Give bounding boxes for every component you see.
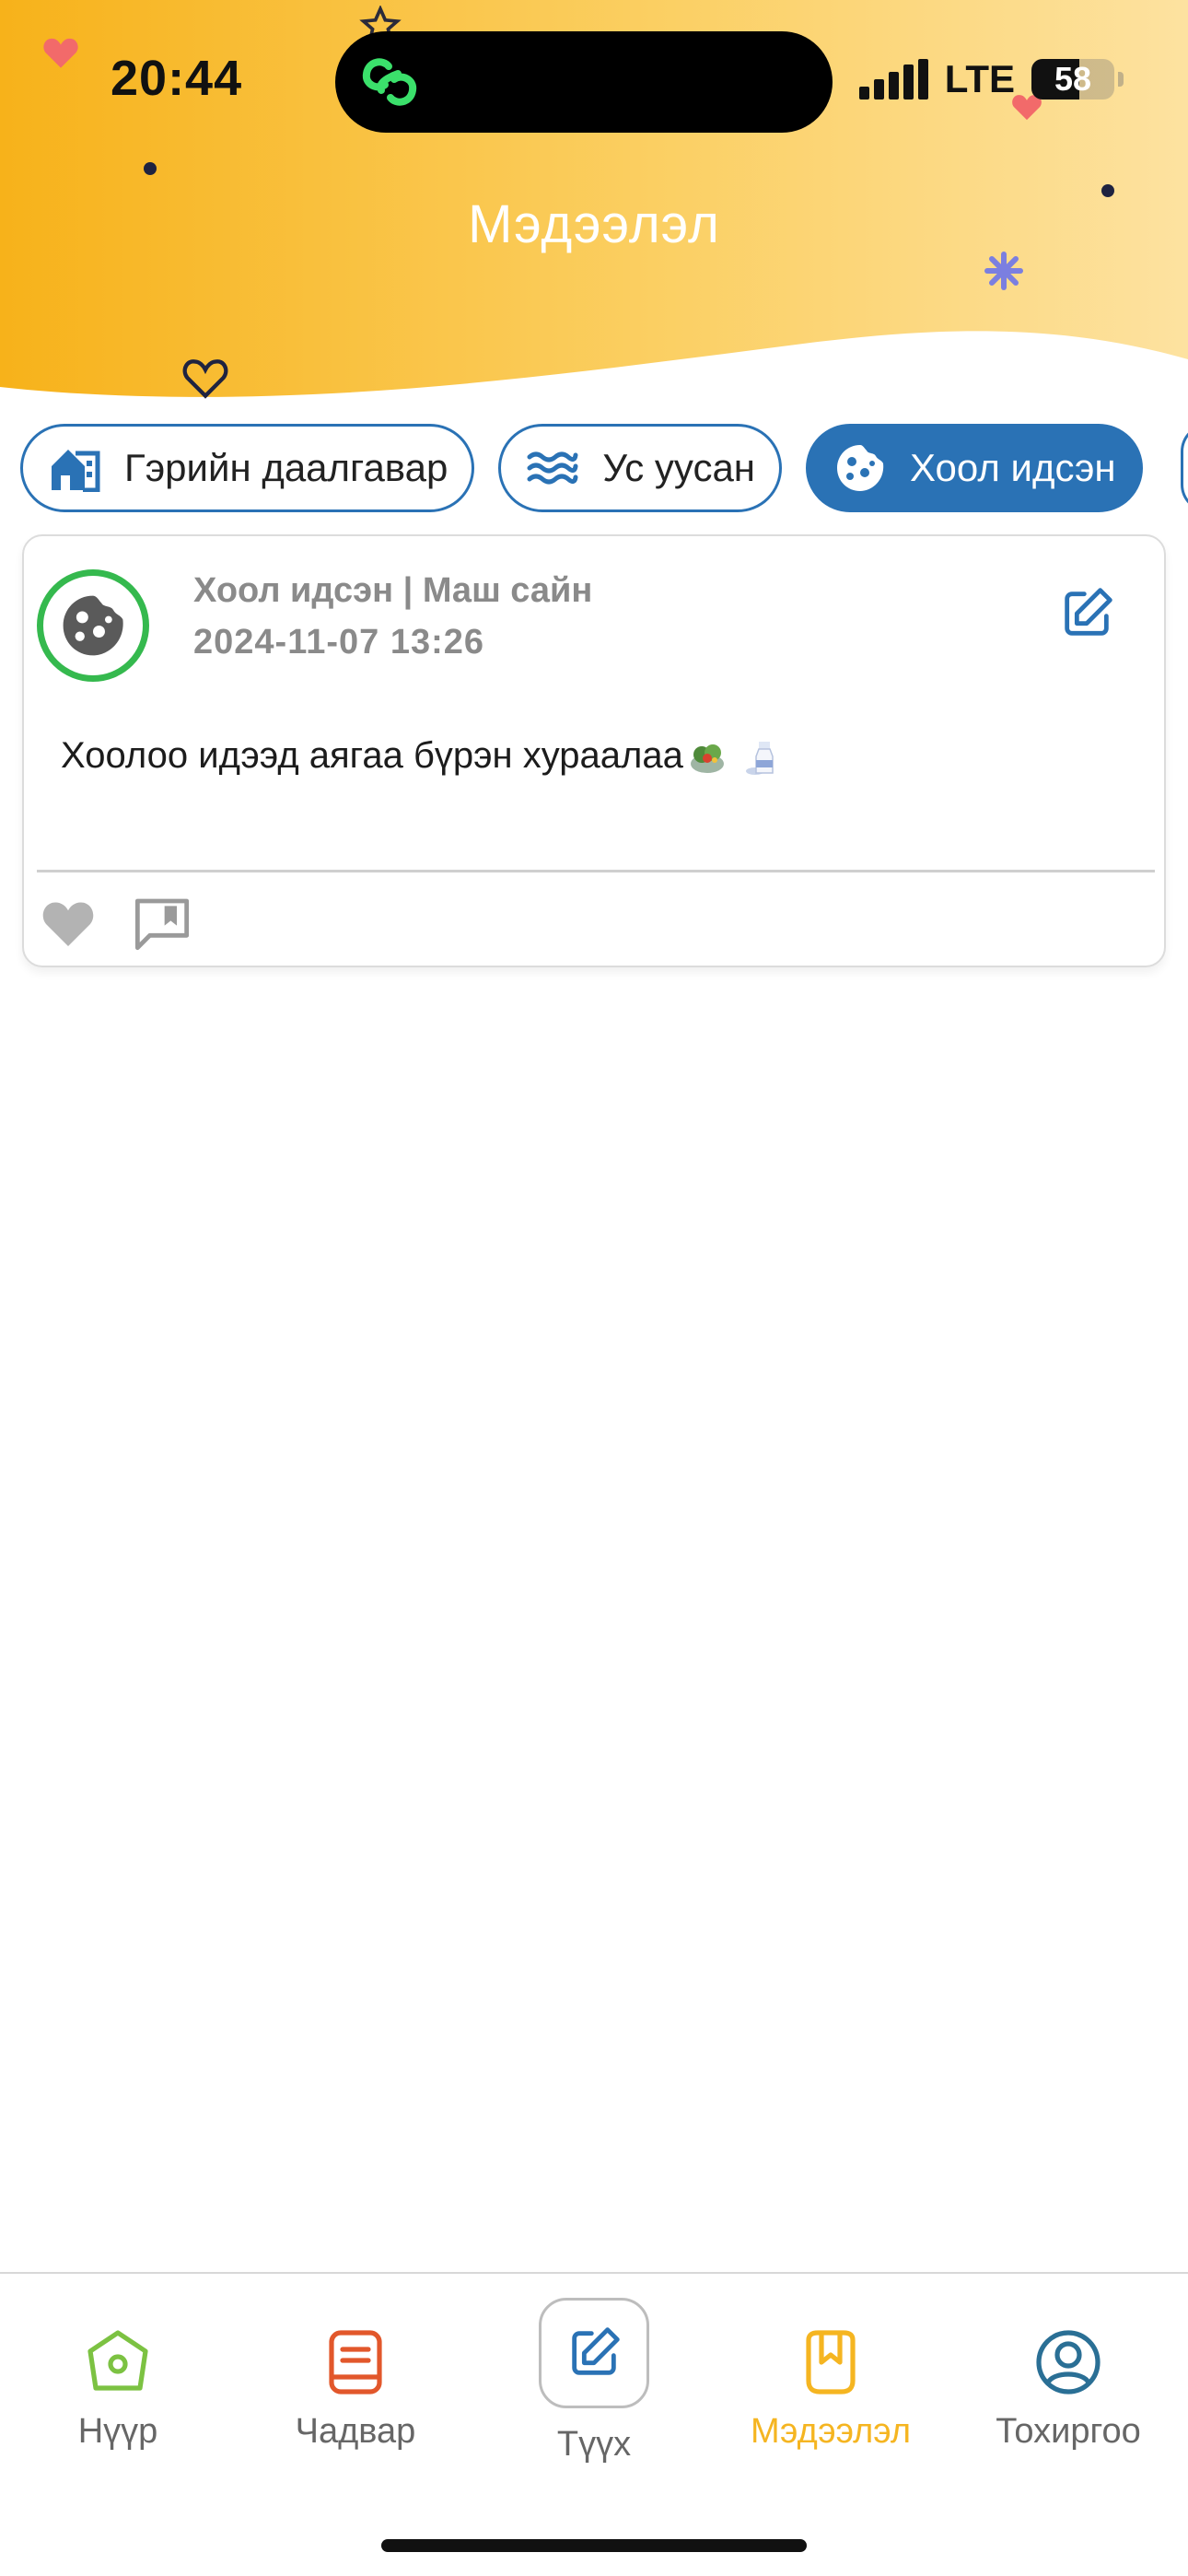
home-indicator[interactable]	[381, 2539, 807, 2552]
edit-icon	[572, 2327, 620, 2375]
tab-label: Хоол идсэн	[910, 446, 1116, 489]
tab-meal[interactable]: Хоол идсэн	[806, 424, 1143, 512]
app-link-icon	[362, 58, 417, 106]
cellular-signal-icon	[858, 59, 928, 100]
book-icon	[329, 2330, 382, 2395]
post-category-rating: Хоол идсэн | Маш сайн	[193, 571, 593, 610]
heart-decoration-icon	[43, 38, 78, 68]
post-text: Хоолоо идээд аягаа бүрэн хураалаа	[61, 735, 683, 776]
status-time: 20:44	[111, 51, 243, 106]
status-indicators: LTE 58	[858, 57, 1124, 101]
nav-skills[interactable]: Чадвар	[254, 2325, 457, 2452]
tab-water[interactable]: Ус уусан	[498, 424, 782, 512]
comment-bookmark-icon[interactable]	[133, 896, 192, 951]
sparkle-decoration-icon	[984, 252, 1023, 290]
nav-info[interactable]: Мэдээлэл	[729, 2325, 932, 2452]
home-icon	[87, 2330, 148, 2391]
bottom-nav: Нүүр Чадвар Түүх Мэдээлэл Тохиргоо	[0, 2272, 1188, 2576]
post-card: Хоол идсэн | Маш сайн 2024-11-07 13:26 Х…	[22, 534, 1166, 967]
post-body: Хоолоо идээд аягаа бүрэн хураалаа	[61, 735, 783, 777]
nav-label: Мэдээлэл	[750, 2412, 912, 2451]
network-type: LTE	[944, 57, 1015, 100]
nav-settings[interactable]: Тохиргоо	[967, 2325, 1170, 2452]
heart-outline-decoration-icon	[182, 359, 228, 399]
cookie-icon	[833, 440, 888, 496]
page-title: Мэдээлэл	[468, 194, 720, 254]
tab-label: Гэрийн даалгавар	[124, 446, 448, 489]
edit-post-button[interactable]	[1057, 584, 1116, 643]
tab-homework[interactable]: Гэрийн даалгавар	[20, 424, 475, 512]
post-datetime: 2024-11-07 13:26	[193, 623, 485, 662]
dot-decoration	[144, 162, 157, 175]
nav-home[interactable]: Нүүр	[17, 2325, 219, 2452]
header: 20:44 LTE 58 Мэдээлэл	[0, 0, 1188, 405]
battery-icon: 58	[1031, 59, 1124, 100]
like-heart-icon[interactable]	[41, 897, 96, 949]
nav-label: Түүх	[556, 2425, 632, 2464]
nav-history-button[interactable]	[539, 2298, 649, 2408]
cookie-icon	[63, 595, 123, 656]
bookmark-book-icon	[806, 2330, 856, 2395]
tab-next-partial[interactable]	[1181, 424, 1188, 512]
category-tabs: Гэрийн даалгавар Ус уусан Хоол идсэн	[20, 424, 1143, 512]
dynamic-island	[335, 31, 833, 133]
card-divider	[37, 870, 1155, 872]
nav-label: Нүүр	[77, 2412, 158, 2451]
user-circle-icon	[1036, 2330, 1101, 2395]
water-waves-icon	[525, 440, 580, 496]
nav-label: Тохиргоо	[996, 2412, 1141, 2451]
tab-label: Ус уусан	[602, 446, 755, 489]
battery-percent: 58	[1054, 60, 1092, 98]
salad-emoji-icon	[690, 744, 724, 773]
house-icon	[47, 440, 102, 496]
nav-label: Чадвар	[295, 2412, 416, 2451]
post-avatar	[37, 569, 149, 682]
milk-bottle-emoji-icon	[745, 741, 774, 775]
